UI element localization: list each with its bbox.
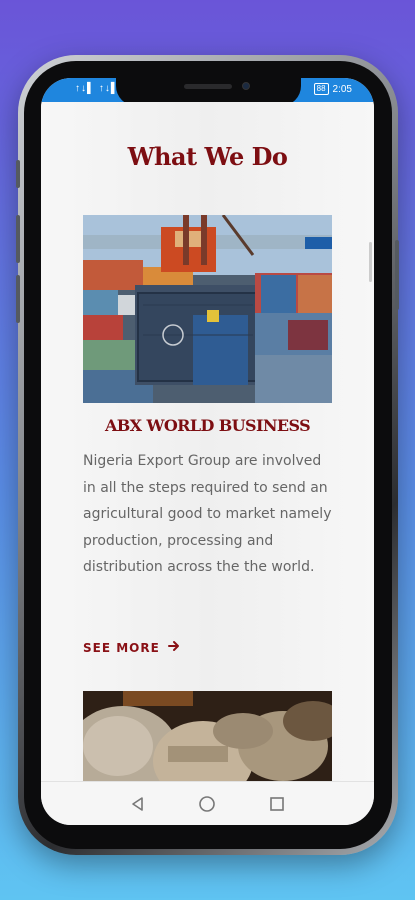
arrow-right-icon <box>167 640 180 655</box>
home-icon[interactable] <box>197 794 217 814</box>
shipping-container-image <box>83 215 332 403</box>
card-title: ABX WORLD BUSINESS <box>104 416 311 435</box>
section-title: What We Do <box>127 142 288 171</box>
back-icon[interactable] <box>128 794 148 814</box>
page-content[interactable]: What We Do ABX WORLD BUSINESS Nigeria Ex… <box>41 102 374 791</box>
phone-side-button-top <box>16 160 20 188</box>
card-description: Nigeria Export Group are involved in all… <box>83 453 332 576</box>
app-screen: ↑↓▌ ↑↓▌ ◠ 88 2:05 What We Do ABX WORLD B… <box>41 78 374 825</box>
phone-power-button <box>395 240 399 310</box>
speaker-grille <box>184 84 232 89</box>
see-more-label: SEE MORE <box>83 640 160 655</box>
front-camera <box>242 82 250 90</box>
navigation-bar <box>41 781 374 825</box>
battery-icon: 88 <box>313 83 329 95</box>
phone-side-button-volume-up <box>16 215 20 263</box>
port-illustration <box>83 215 332 403</box>
clock: 2:05 <box>332 83 352 95</box>
coffee-sacks-image <box>83 691 332 791</box>
scroll-indicator <box>369 242 372 282</box>
see-more-link[interactable]: SEE MORE <box>83 640 180 655</box>
recents-icon[interactable] <box>267 794 287 814</box>
phone-side-button-volume-down <box>16 275 20 323</box>
sacks-illustration <box>83 691 332 791</box>
status-right: 88 2:05 <box>313 83 352 95</box>
